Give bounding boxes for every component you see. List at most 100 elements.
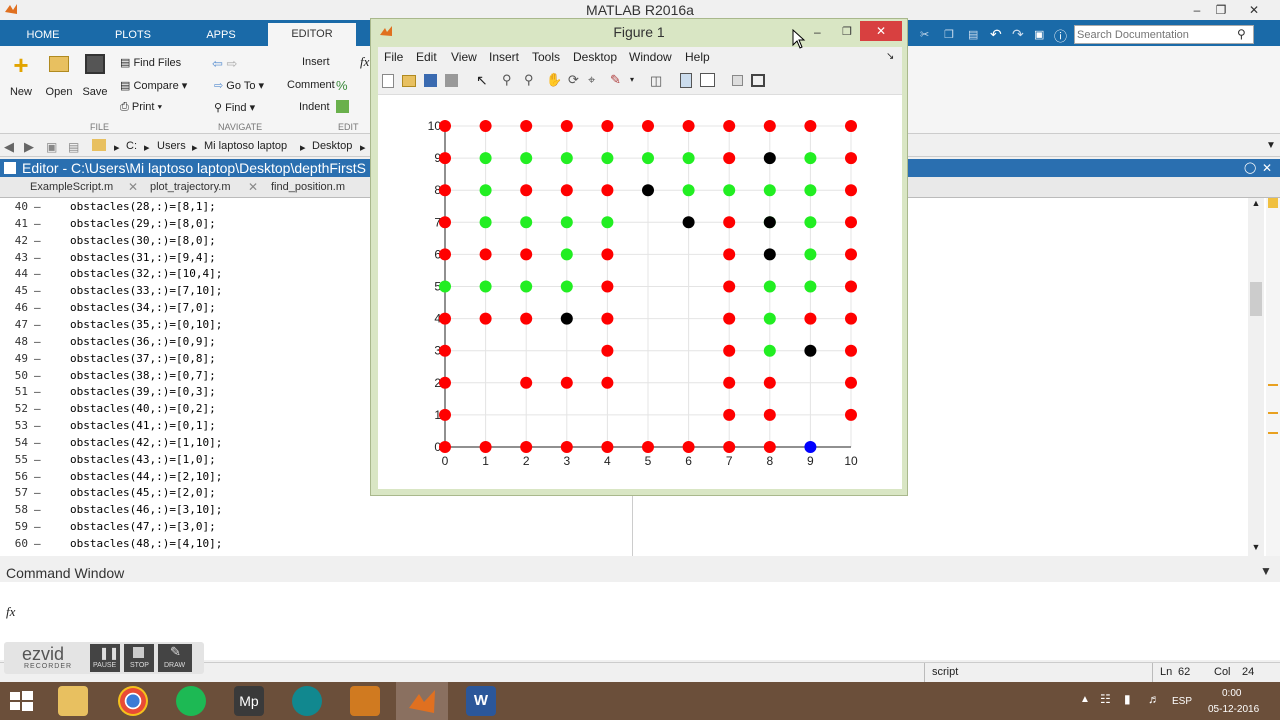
file-tab-find-position[interactable]: find_position.m bbox=[271, 181, 345, 193]
clock-time[interactable]: 0:00 bbox=[1222, 688, 1241, 699]
scroll-up-icon[interactable]: ▲ bbox=[1248, 198, 1264, 210]
indent-icon[interactable] bbox=[336, 100, 349, 113]
figure-menu-help[interactable]: Help bbox=[685, 50, 710, 64]
code-line[interactable]: 58– obstacles(46,:)=[3,10]; bbox=[0, 503, 600, 520]
new-button[interactable]: + New bbox=[6, 52, 36, 98]
code-text[interactable]: obstacles(40,:)=[0,2]; bbox=[70, 402, 216, 415]
data-cursor-icon[interactable]: ⌖ bbox=[588, 72, 595, 88]
network-icon[interactable]: ☷ bbox=[1100, 692, 1111, 706]
code-text[interactable]: obstacles(33,:)=[7,10]; bbox=[70, 284, 222, 297]
legend-icon[interactable] bbox=[700, 73, 715, 87]
path-user-folder[interactable]: Mi laptoso laptop bbox=[204, 140, 287, 152]
figure-menu-edit[interactable]: Edit bbox=[416, 50, 437, 64]
breakpoint-dash[interactable]: – bbox=[34, 217, 41, 230]
code-text[interactable]: obstacles(46,:)=[3,10]; bbox=[70, 503, 222, 516]
tab-apps[interactable]: APPS bbox=[192, 24, 250, 46]
back-arrow-icon[interactable]: ⇦ bbox=[212, 56, 223, 71]
warning-indicator[interactable] bbox=[1268, 198, 1278, 208]
code-text[interactable]: obstacles(48,:)=[4,10]; bbox=[70, 537, 222, 550]
search-documentation-field[interactable]: ⚲ bbox=[1074, 25, 1254, 44]
code-text[interactable]: obstacles(36,:)=[0,9]; bbox=[70, 335, 216, 348]
code-text[interactable]: obstacles(43,:)=[1,0]; bbox=[70, 453, 216, 466]
editor-undock-icon[interactable]: ◯ bbox=[1244, 159, 1256, 177]
brush-icon[interactable]: ✎ bbox=[610, 72, 621, 88]
colorbar-icon[interactable] bbox=[680, 73, 692, 88]
undo-icon[interactable]: ↶ bbox=[990, 26, 1002, 43]
breakpoint-dash[interactable]: – bbox=[34, 520, 41, 533]
breakpoint-dash[interactable]: – bbox=[34, 453, 41, 466]
breakpoint-dash[interactable]: – bbox=[34, 369, 41, 382]
breakpoint-dash[interactable]: – bbox=[34, 251, 41, 264]
file-explorer-icon[interactable] bbox=[58, 686, 88, 716]
forward-arrow-icon[interactable]: ⇨ bbox=[227, 56, 238, 71]
volume-icon[interactable]: ♬ bbox=[1148, 692, 1160, 706]
clock-date[interactable]: 05-12-2016 bbox=[1208, 704, 1259, 715]
tray-expand-icon[interactable]: ▲ bbox=[1080, 694, 1090, 705]
dock-arrow-icon[interactable]: ↘ bbox=[886, 51, 894, 62]
code-line[interactable]: 59– obstacles(47,:)=[3,0]; bbox=[0, 520, 600, 537]
breakpoint-dash[interactable]: – bbox=[34, 470, 41, 483]
pan-hand-icon[interactable]: ✋ bbox=[546, 72, 562, 88]
insert-function-button[interactable]: fx bbox=[360, 54, 369, 70]
open-button[interactable]: Open bbox=[42, 54, 76, 98]
back-forward-nav[interactable]: ⇦ ⇨ bbox=[212, 56, 237, 72]
back-icon[interactable]: ◀ bbox=[4, 139, 14, 155]
language-indicator[interactable]: ESP bbox=[1172, 696, 1192, 707]
redo-icon[interactable]: ↷ bbox=[1012, 26, 1024, 43]
fx-prompt-icon[interactable]: fx bbox=[6, 604, 15, 620]
find-files-button[interactable]: ▤ Find Files bbox=[120, 56, 181, 69]
tab-home[interactable]: HOME bbox=[14, 24, 72, 46]
search-input[interactable] bbox=[1077, 27, 1227, 42]
up-folder-icon[interactable]: ▣ bbox=[46, 140, 57, 154]
pause-button[interactable]: ❚❚ PAUSE bbox=[90, 644, 120, 672]
breakpoint-dash[interactable]: – bbox=[34, 234, 41, 247]
command-window-menu-icon[interactable]: ▼ bbox=[1260, 564, 1272, 578]
cut-icon[interactable]: ✂ bbox=[920, 28, 929, 41]
editor-close-icon[interactable]: ✕ bbox=[1262, 159, 1272, 177]
find-button[interactable]: ⚲ Find ▾ bbox=[214, 101, 255, 114]
brush-dropdown-icon[interactable]: ▾ bbox=[630, 75, 634, 84]
matlab-taskbar-button[interactable] bbox=[396, 682, 448, 720]
new-figure-icon[interactable] bbox=[382, 74, 394, 88]
figure-menu-view[interactable]: View bbox=[451, 50, 477, 64]
figure-minimize-button[interactable]: – bbox=[814, 18, 821, 46]
figure-close-button[interactable]: ✕ bbox=[860, 21, 902, 41]
file-tab-examplescript[interactable]: ExampleScript.m bbox=[30, 181, 113, 193]
paste-icon[interactable]: ▤ bbox=[968, 28, 978, 41]
file-tab-plot-trajectory[interactable]: plot_trajectory.m bbox=[150, 181, 231, 193]
warning-marker[interactable] bbox=[1268, 412, 1278, 414]
code-text[interactable]: obstacles(35,:)=[0,10]; bbox=[70, 318, 222, 331]
battery-icon[interactable]: ▮ bbox=[1124, 692, 1131, 706]
figure-menu-window[interactable]: Window bbox=[629, 50, 672, 64]
code-text[interactable]: obstacles(28,:)=[8,1]; bbox=[70, 200, 216, 213]
breakpoint-dash[interactable]: – bbox=[34, 267, 41, 280]
zoom-in-icon[interactable]: ⚲ bbox=[502, 72, 512, 88]
save-button[interactable]: Save bbox=[80, 54, 110, 98]
code-text[interactable]: obstacles(37,:)=[0,8]; bbox=[70, 352, 216, 365]
open-file-icon[interactable] bbox=[402, 75, 416, 87]
code-text[interactable]: obstacles(42,:)=[1,10]; bbox=[70, 436, 222, 449]
zoom-out-icon[interactable]: ⚲ bbox=[524, 72, 534, 88]
code-text[interactable]: obstacles(38,:)=[0,7]; bbox=[70, 369, 216, 382]
path-dropdown-icon[interactable]: ▼ bbox=[1266, 140, 1276, 151]
breakpoint-dash[interactable]: – bbox=[34, 537, 41, 550]
pointer-icon[interactable]: ↖ bbox=[476, 72, 488, 89]
breakpoint-dash[interactable]: – bbox=[34, 503, 41, 516]
figure-menu-tools[interactable]: Tools bbox=[532, 50, 560, 64]
breakpoint-dash[interactable]: – bbox=[34, 200, 41, 213]
save-figure-icon[interactable] bbox=[424, 74, 437, 87]
forward-icon[interactable]: ▶ bbox=[24, 139, 34, 155]
path-desktop[interactable]: Desktop bbox=[312, 140, 352, 152]
show-plot-tools-icon[interactable] bbox=[751, 74, 765, 87]
warning-marker[interactable] bbox=[1268, 384, 1278, 386]
breakpoint-dash[interactable]: – bbox=[34, 436, 41, 449]
pro-app-icon[interactable] bbox=[350, 686, 380, 716]
word-icon[interactable]: W bbox=[466, 686, 496, 716]
hide-plot-tools-icon[interactable] bbox=[732, 75, 743, 86]
draw-button[interactable]: ✎ DRAW bbox=[158, 644, 192, 672]
comment-percent-icon[interactable]: % bbox=[336, 78, 348, 93]
breakpoint-dash[interactable]: – bbox=[34, 486, 41, 499]
breakpoint-dash[interactable]: – bbox=[34, 318, 41, 331]
figure-menu-desktop[interactable]: Desktop bbox=[573, 50, 617, 64]
print-button[interactable]: ⎙ Print ▾ bbox=[120, 101, 162, 114]
